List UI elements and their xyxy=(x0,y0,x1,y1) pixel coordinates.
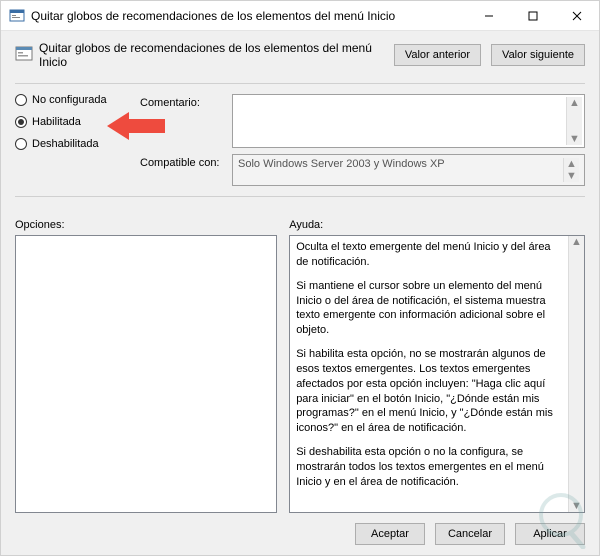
scrollbar[interactable]: ▲▼ xyxy=(568,236,584,512)
ok-button[interactable]: Aceptar xyxy=(355,523,425,545)
scrollbar[interactable]: ▲▼ xyxy=(563,158,579,182)
maximize-button[interactable] xyxy=(511,1,555,30)
cancel-button[interactable]: Cancelar xyxy=(435,523,505,545)
compatible-field: Solo Windows Server 2003 y Windows XP ▲▼ xyxy=(232,154,585,186)
policy-icon xyxy=(15,46,33,64)
radio-icon xyxy=(15,138,27,150)
radio-label: Habilitada xyxy=(32,116,81,128)
radio-disabled[interactable]: Deshabilitada xyxy=(15,138,130,150)
window-title: Quitar globos de recomendaciones de los … xyxy=(31,9,467,23)
policy-title: Quitar globos de recomendaciones de los … xyxy=(39,41,384,69)
options-panel xyxy=(15,235,277,513)
scrollbar[interactable]: ▲▼ xyxy=(566,97,582,145)
help-panel: Oculta el texto emergente del menú Inici… xyxy=(289,235,585,513)
help-text: Oculta el texto emergente del menú Inici… xyxy=(290,236,568,512)
apply-button[interactable]: Aplicar xyxy=(515,523,585,545)
divider xyxy=(15,83,585,84)
close-button[interactable] xyxy=(555,1,599,30)
minimize-button[interactable] xyxy=(467,1,511,30)
options-label: Opciones: xyxy=(15,219,277,231)
radio-enabled[interactable]: Habilitada xyxy=(15,116,130,128)
next-setting-button[interactable]: Valor siguiente xyxy=(491,44,585,66)
comment-input[interactable]: ▲▼ xyxy=(232,94,585,148)
previous-setting-button[interactable]: Valor anterior xyxy=(394,44,481,66)
help-label: Ayuda: xyxy=(289,219,585,231)
radio-icon xyxy=(15,94,27,106)
titlebar: Quitar globos de recomendaciones de los … xyxy=(1,1,599,31)
radio-label: No configurada xyxy=(32,94,107,106)
compatible-label: Compatible con: xyxy=(140,154,232,186)
window-icon xyxy=(9,8,25,24)
comment-label: Comentario: xyxy=(140,94,232,148)
divider xyxy=(15,196,585,197)
radio-not-configured[interactable]: No configurada xyxy=(15,94,130,106)
radio-label: Deshabilitada xyxy=(32,138,99,150)
radio-icon xyxy=(15,116,27,128)
